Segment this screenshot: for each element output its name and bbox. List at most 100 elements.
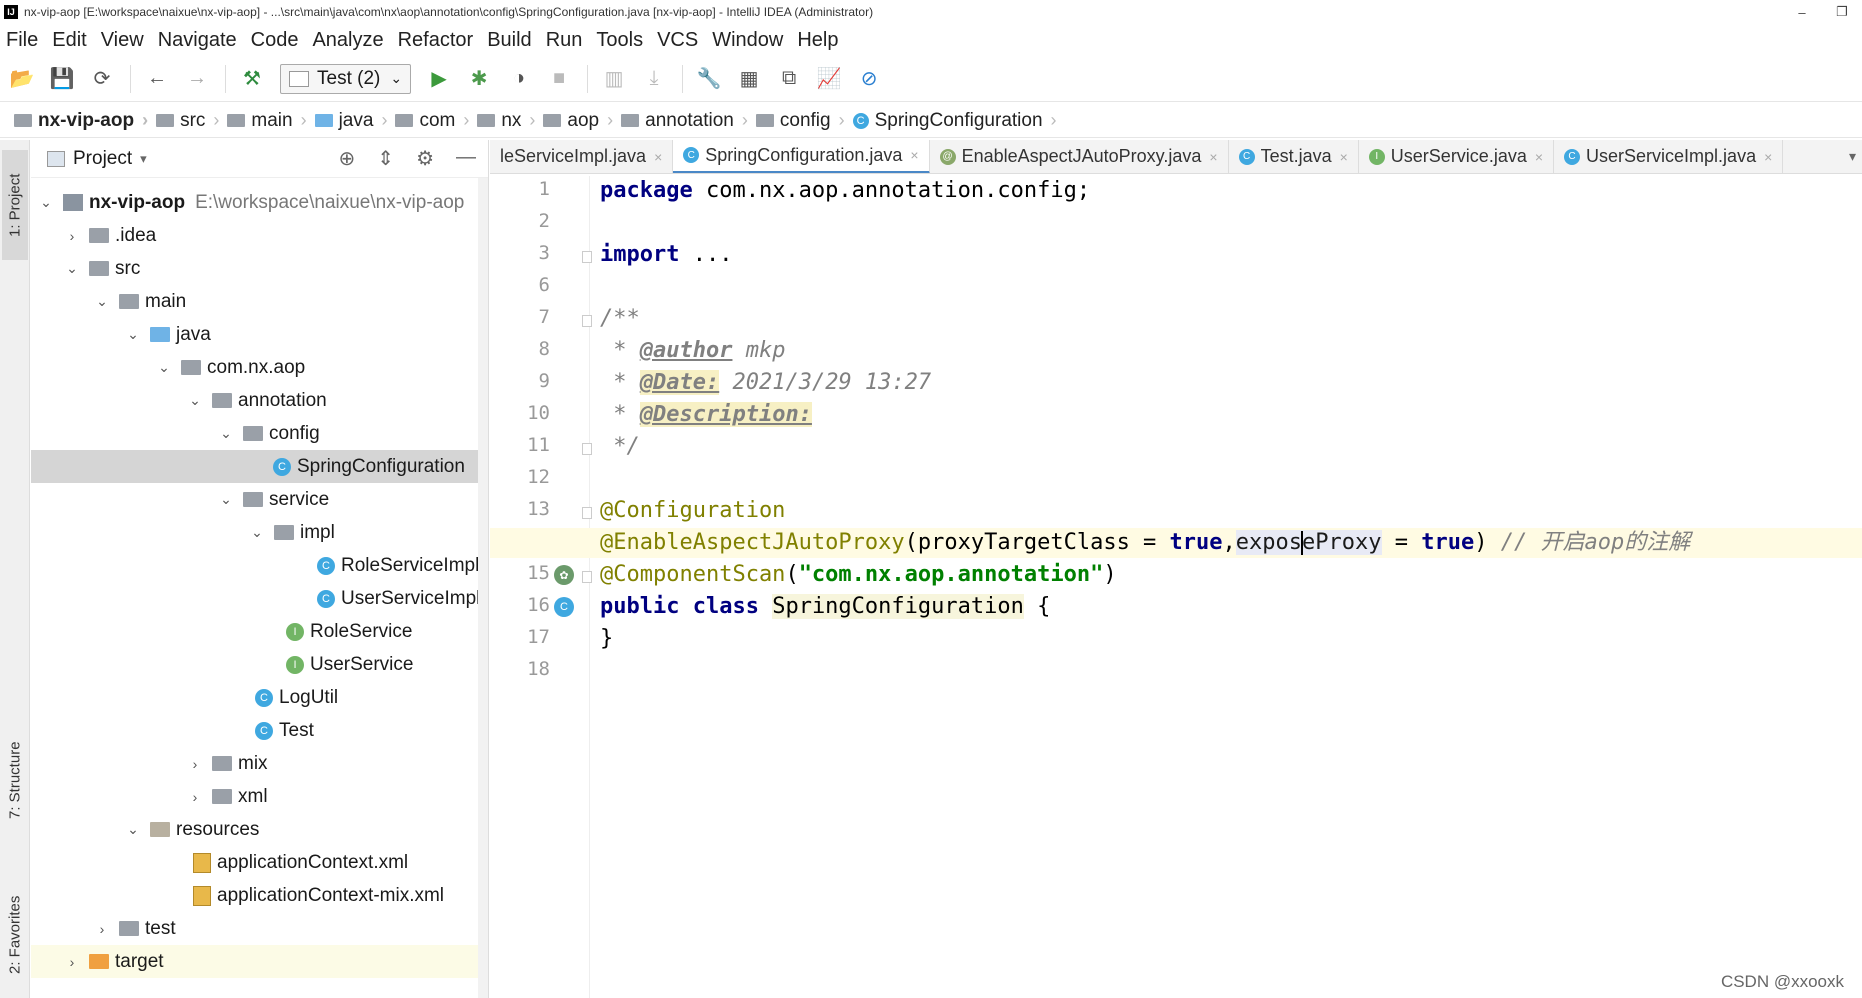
sync-icon[interactable]: ⟳ <box>90 67 114 91</box>
project-panel-title[interactable]: Project <box>73 148 132 170</box>
breadcrumb-item[interactable]: nx-vip-aop › <box>14 110 156 132</box>
tree-item-roleservice[interactable]: I RoleService <box>31 615 488 648</box>
tree-item-test[interactable]: C Test <box>31 714 488 747</box>
run-icon[interactable]: ▶ <box>427 67 451 91</box>
build-hammer-icon[interactable]: ⚒ <box>240 67 264 91</box>
tree-item-xml[interactable]: › xml <box>31 780 488 813</box>
tree-item-applicationcontext[interactable]: applicationContext.xml <box>31 846 488 879</box>
stop-icon[interactable]: ■ <box>547 67 571 91</box>
chevron-right-icon[interactable]: › <box>63 954 81 970</box>
power-save-icon[interactable]: ⊘ <box>857 67 881 91</box>
vcs-commit-icon[interactable]: ⤓ <box>642 67 666 91</box>
chevron-down-icon[interactable]: ▾ <box>1843 148 1862 165</box>
menu-refactor[interactable]: Refactor <box>398 29 474 52</box>
chevron-down-icon[interactable]: ⌄ <box>93 293 111 310</box>
menu-tools[interactable]: Tools <box>596 29 643 52</box>
chevron-right-icon[interactable]: › <box>93 921 111 937</box>
tree-item-target[interactable]: › target <box>31 945 488 978</box>
activity-monitor-icon[interactable]: 📈 <box>817 67 842 91</box>
fold-marker-icon[interactable] <box>582 571 592 583</box>
close-icon[interactable]: × <box>1340 149 1348 165</box>
menu-code[interactable]: Code <box>251 29 299 52</box>
chevron-down-icon[interactable]: ⌄ <box>155 359 173 376</box>
tree-item-main[interactable]: ⌄ main <box>31 285 488 318</box>
save-icon[interactable]: 💾 <box>50 67 75 91</box>
tree-item-src[interactable]: ⌄ src <box>31 252 488 285</box>
menu-help[interactable]: Help <box>797 29 838 52</box>
tree-item-impl[interactable]: ⌄ impl <box>31 516 488 549</box>
restore-icon[interactable]: ❐ <box>1822 4 1862 20</box>
chevron-down-icon[interactable]: ⌄ <box>186 392 204 409</box>
close-icon[interactable]: × <box>654 149 662 165</box>
locate-icon[interactable]: ⊕ <box>339 146 356 171</box>
fold-marker-icon[interactable] <box>582 507 592 519</box>
menu-view[interactable]: View <box>101 29 144 52</box>
chevron-down-icon[interactable]: ▾ <box>140 151 147 167</box>
tree-item-resources[interactable]: ⌄ resources <box>31 813 488 846</box>
menu-file[interactable]: File <box>6 29 38 52</box>
chevron-down-icon[interactable]: ⌄ <box>63 260 81 277</box>
tab-springconfiguration[interactable]: C SpringConfiguration.java × <box>673 140 930 173</box>
collapse-all-icon[interactable]: ⇕ <box>377 146 394 171</box>
tab-roleserviceimpl[interactable]: leServiceImpl.java × <box>490 140 674 173</box>
tree-item-roleserviceimpl[interactable]: C RoleServiceImpl <box>31 549 488 582</box>
menu-navigate[interactable]: Navigate <box>158 29 237 52</box>
menu-edit[interactable]: Edit <box>52 29 86 52</box>
tree-item-root[interactable]: ⌄ nx-vip-aop E:\workspace\naixue\nx-vip-ao… <box>31 186 488 219</box>
sdk-icon[interactable]: ⧉ <box>777 67 801 91</box>
tree-item-springconfiguration[interactable]: C SpringConfiguration <box>31 450 488 483</box>
menu-vcs[interactable]: VCS <box>657 29 698 52</box>
tab-userserviceimpl[interactable]: C UserServiceImpl.java × <box>1554 140 1784 173</box>
menu-run[interactable]: Run <box>546 29 583 52</box>
fold-marker-icon[interactable] <box>582 315 592 327</box>
hide-icon[interactable]: — <box>456 146 476 171</box>
chevron-down-icon[interactable]: ⌄ <box>248 524 266 541</box>
project-scrollbar[interactable] <box>478 178 488 998</box>
tree-item-applicationcontext-mix[interactable]: applicationContext-mix.xml <box>31 879 488 912</box>
tree-item-mix[interactable]: › mix <box>31 747 488 780</box>
tree-item-logutil[interactable]: C LogUtil <box>31 681 488 714</box>
tree-item-config[interactable]: ⌄ config <box>31 417 488 450</box>
tree-item-package[interactable]: ⌄ com.nx.aop <box>31 351 488 384</box>
tool-window-project[interactable]: 1: Project <box>2 150 28 260</box>
code-area[interactable]: package com.nx.aop.annotation.config; im… <box>490 176 1862 998</box>
tree-item-java[interactable]: ⌄ java <box>31 318 488 351</box>
open-folder-icon[interactable]: 📂 <box>10 67 35 91</box>
tree-item-userservice[interactable]: I UserService <box>31 648 488 681</box>
fold-marker-icon[interactable] <box>582 443 592 455</box>
chevron-down-icon[interactable]: ⌄ <box>124 821 142 838</box>
tool-window-favorites[interactable]: 2: Favorites <box>2 880 28 990</box>
breadcrumb-item[interactable]: main › <box>227 110 314 132</box>
back-icon[interactable]: ← <box>145 67 169 91</box>
coverage-icon[interactable]: ◑ <box>507 67 531 91</box>
tree-item-service[interactable]: ⌄ service <box>31 483 488 516</box>
project-structure-icon[interactable]: ▦ <box>737 67 761 91</box>
gear-icon[interactable]: ⚙ <box>416 146 434 171</box>
minimize-icon[interactable]: – <box>1782 5 1822 20</box>
run-configuration-select[interactable]: Test (2) ⌄ <box>280 63 412 94</box>
breadcrumb-item[interactable]: annotation › <box>621 110 756 132</box>
breadcrumb-item[interactable]: src › <box>156 110 227 132</box>
spring-bean-icon[interactable]: ✿ <box>554 565 574 585</box>
tree-item-test-folder[interactable]: › test <box>31 912 488 945</box>
chevron-down-icon[interactable]: ⌄ <box>217 425 235 442</box>
breadcrumb-item[interactable]: aop › <box>543 110 621 132</box>
tab-enableaspectjautoproxy[interactable]: @ EnableAspectJAutoProxy.java × <box>930 140 1229 173</box>
spring-config-icon[interactable]: C <box>554 597 574 617</box>
menu-analyze[interactable]: Analyze <box>312 29 383 52</box>
tab-userservice[interactable]: I UserService.java × <box>1359 140 1555 173</box>
vcs-update-icon[interactable]: ▥ <box>602 67 626 91</box>
menu-window[interactable]: Window <box>712 29 783 52</box>
close-icon[interactable]: × <box>1209 149 1217 165</box>
code-editor[interactable]: 1 2 3 6 7 8 9 10 11 12 13 14 15 16 17 18… <box>490 176 1862 998</box>
chevron-down-icon[interactable]: ⌄ <box>37 194 55 211</box>
tree-item-annotation[interactable]: ⌄ annotation <box>31 384 488 417</box>
chevron-down-icon[interactable]: ⌄ <box>124 326 142 343</box>
settings-wrench-icon[interactable]: 🔧 <box>697 67 722 91</box>
chevron-down-icon[interactable]: ⌄ <box>217 491 235 508</box>
chevron-right-icon[interactable]: › <box>186 789 204 805</box>
fold-marker-icon[interactable] <box>582 251 592 263</box>
close-icon[interactable]: × <box>910 147 918 163</box>
tool-window-structure[interactable]: 7: Structure <box>2 720 28 840</box>
breadcrumb-item[interactable]: java › <box>314 110 396 132</box>
